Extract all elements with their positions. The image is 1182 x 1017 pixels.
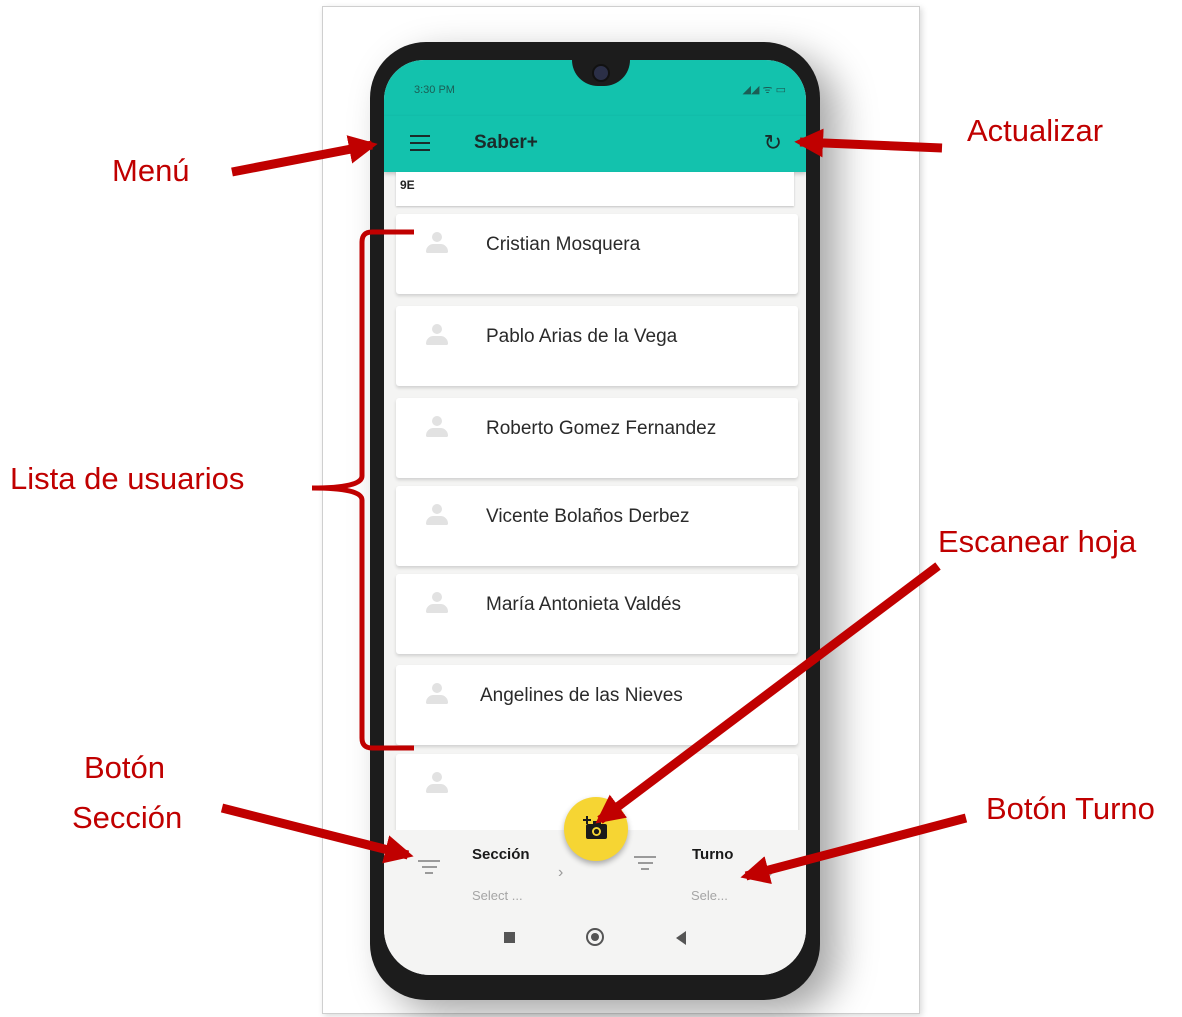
boton-turno-arrow: [740, 813, 968, 885]
annotation-boton-seccion-line1: Botón: [84, 750, 166, 785]
annotation-actualizar: Actualizar: [967, 113, 1104, 148]
actualizar-arrow: [794, 128, 943, 158]
annotation-boton-turno: Botón Turno: [986, 791, 1155, 826]
user-list-bracket: [311, 229, 414, 751]
annotation-lista-usuarios: Lista de usuarios: [10, 461, 245, 496]
boton-seccion-arrow: [220, 803, 414, 864]
annotation-escanear-hoja: Escanear hoja: [938, 524, 1137, 559]
escanear-arrow: [595, 562, 941, 824]
annotation-menu: Menú: [112, 153, 190, 188]
annotation-boton-seccion-line2: Sección: [72, 800, 183, 835]
menu-arrow: [231, 135, 378, 177]
